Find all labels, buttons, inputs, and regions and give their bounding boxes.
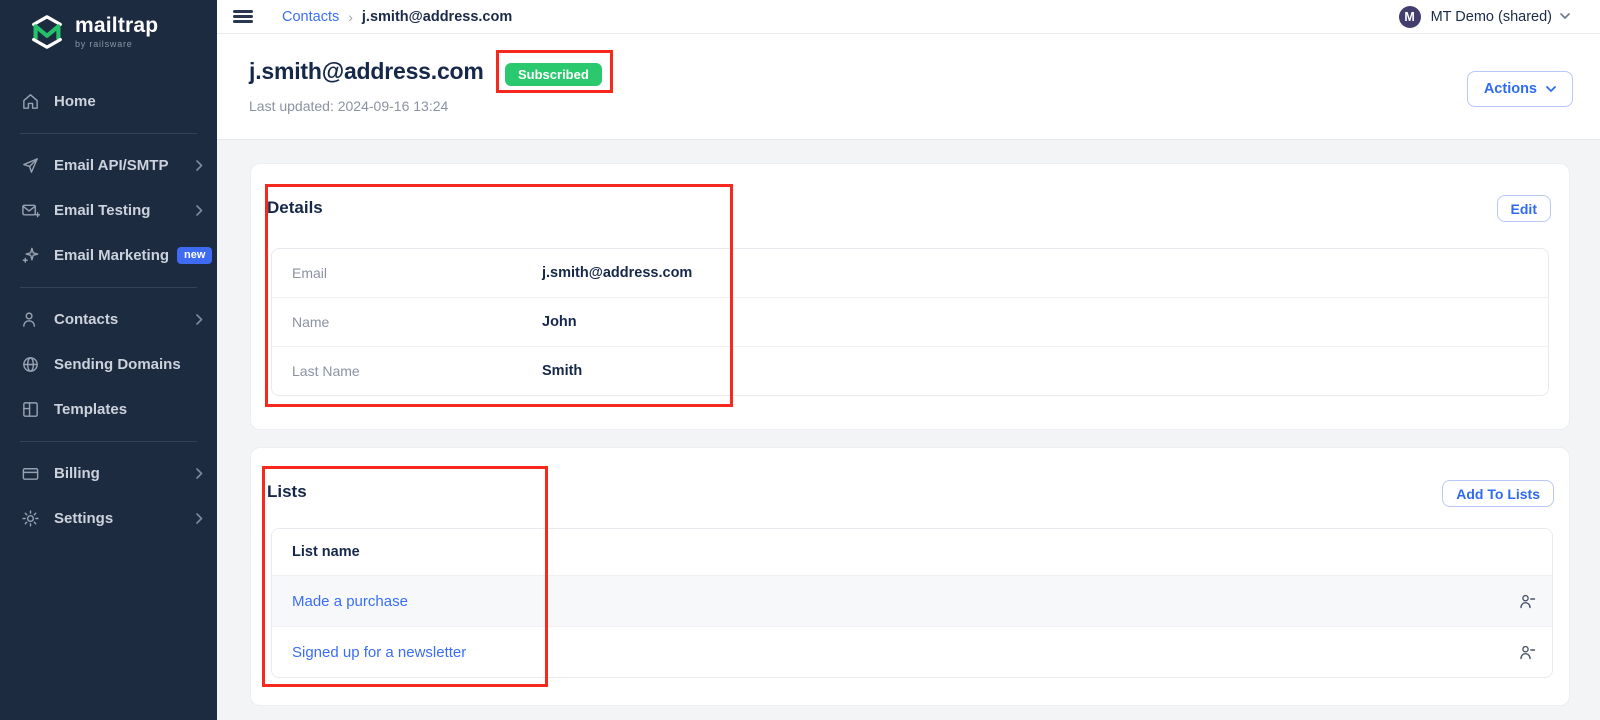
breadcrumb: Contacts › j.smith@address.com [282,9,512,25]
table-row: Last Name Smith [272,346,1548,395]
chevron-right-icon [196,468,203,479]
chevron-right-icon [196,160,203,171]
send-icon [21,156,40,175]
content-area: Details Edit Email j.smith@address.com N… [217,140,1600,720]
contacts-icon [21,310,40,329]
person-minus-icon[interactable] [1519,644,1536,661]
logo-byline: by railsware [75,39,133,49]
billing-icon [21,464,40,483]
add-to-lists-button[interactable]: Add To Lists [1442,480,1554,507]
last-name-value: Smith [542,363,583,379]
email-label: Email [292,265,328,281]
list-name-column-header: List name [272,529,1552,575]
sidebar: mailtrap by railsware Home Email API/SMT… [0,0,217,720]
lists-card: Lists Add To Lists List name Made a purc… [250,447,1570,706]
details-card: Details Edit Email j.smith@address.com N… [250,163,1570,430]
last-name-label: Last Name [292,363,360,379]
mailtrap-app: mailtrap by railsware Home Email API/SMT… [0,0,1600,720]
breadcrumb-contacts-link[interactable]: Contacts [282,9,339,25]
list-item: Made a purchase [272,575,1552,626]
chevron-right-icon: › [348,8,353,25]
mailtrap-logo-icon [28,13,66,51]
account-name: MT Demo (shared) [1430,8,1552,25]
list-link-made-a-purchase[interactable]: Made a purchase [292,593,408,610]
sidebar-item-home[interactable]: Home [0,79,217,124]
details-card-title: Details [267,198,323,217]
page-header: j.smith@address.com Subscribed Last upda… [217,35,1600,140]
name-label: Name [292,314,330,330]
sidebar-item-email-api-smtp[interactable]: Email API/SMTP [0,143,217,188]
lists-card-title: Lists [267,482,307,501]
breadcrumb-current: j.smith@address.com [361,8,513,25]
divider [20,441,197,442]
sidebar-nav: Home Email API/SMTP Email Testing Email … [0,79,217,541]
sidebar-item-email-testing[interactable]: Email Testing [0,188,217,233]
chevron-down-icon [1546,85,1556,93]
templates-icon [21,400,40,419]
actions-button[interactable]: Actions [1466,71,1573,107]
list-item: Signed up for a newsletter [272,626,1552,677]
name-value: John [542,314,577,330]
gear-icon [21,509,40,528]
logo-wordmark: mailtrap [75,14,159,37]
lists-table: List name Made a purchase Signed up for … [271,528,1553,678]
sidebar-item-billing[interactable]: Billing [0,451,217,496]
email-value: j.smith@address.com [542,265,693,281]
globe-icon [21,355,40,374]
person-minus-icon[interactable] [1519,593,1536,610]
page-title: j.smith@address.com [249,58,484,84]
email-testing-icon [21,201,40,220]
divider [20,133,197,134]
menu-icon[interactable] [233,10,253,23]
sidebar-item-templates[interactable]: Templates [0,387,217,432]
sidebar-item-email-marketing[interactable]: Email Marketing new [0,233,217,278]
topbar: Contacts › j.smith@address.com M MT Demo… [217,0,1600,34]
new-badge: new [177,247,213,264]
list-link-signed-up-newsletter[interactable]: Signed up for a newsletter [292,644,466,661]
sidebar-item-sending-domains[interactable]: Sending Domains [0,342,217,387]
last-updated-text: Last updated: 2024-09-16 13:24 [249,98,449,114]
chevron-right-icon [196,314,203,325]
status-badge: Subscribed [505,63,602,86]
home-icon [21,92,40,111]
chevron-right-icon [196,205,203,216]
divider [20,287,197,288]
account-menu[interactable]: M MT Demo (shared) [1398,5,1570,28]
table-row: Name John [272,297,1548,346]
edit-button[interactable]: Edit [1496,195,1551,222]
mailtrap-logo[interactable]: mailtrap by railsware [0,0,217,51]
chevron-right-icon [196,513,203,524]
avatar: M [1398,5,1421,28]
table-row: Email j.smith@address.com [272,249,1548,297]
sidebar-item-contacts[interactable]: Contacts [0,297,217,342]
details-table: Email j.smith@address.com Name John Last… [271,248,1549,396]
chevron-down-icon [1560,13,1570,20]
sidebar-item-settings[interactable]: Settings [0,496,217,541]
sparkles-icon [21,246,40,265]
